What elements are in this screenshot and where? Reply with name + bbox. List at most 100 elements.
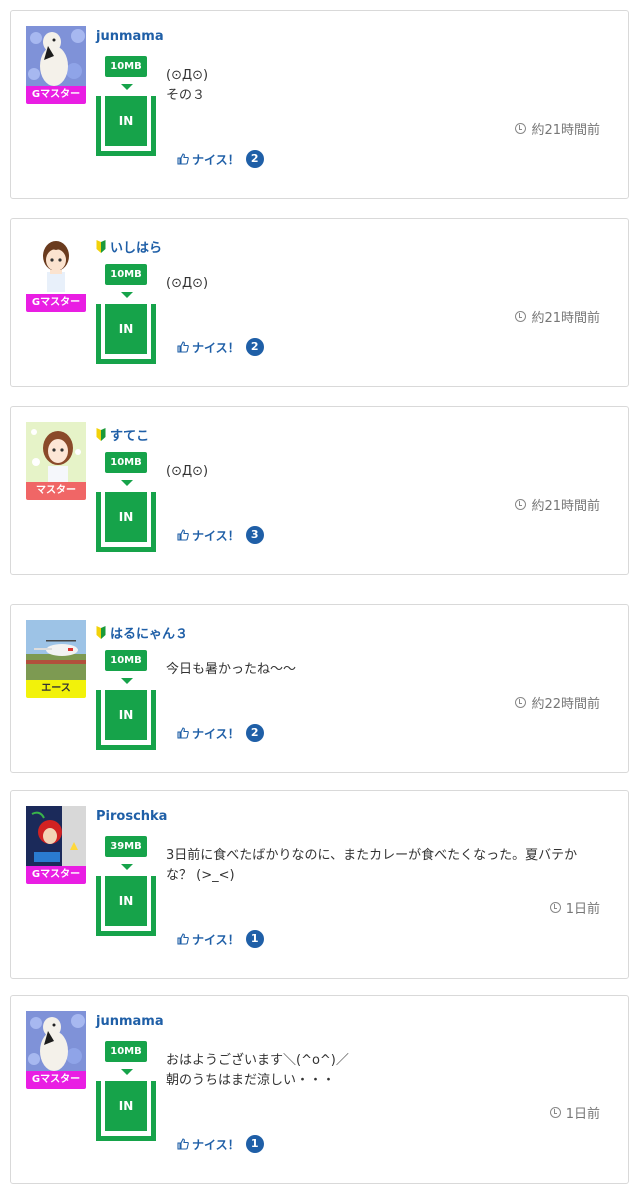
in-cup[interactable]: IN	[96, 876, 156, 936]
thumbs-up-icon	[177, 153, 189, 165]
rank-badge: Gマスター	[26, 866, 86, 884]
in-label: IN	[105, 1081, 147, 1131]
message-text: 3日前に食べたばかりなのに、またカレーが食べたくなった。夏バテかな？ (>_<)	[166, 848, 578, 883]
clock-icon	[515, 499, 527, 510]
nice-button[interactable]: ナイス！ 2	[177, 338, 264, 356]
arrow-down-icon	[121, 292, 133, 298]
in-cup[interactable]: IN	[96, 492, 156, 552]
rank-badge: Gマスター	[26, 1071, 86, 1089]
post-card: Gマスター いしはら 10MB IN (⊙Д⊙) 約21時間前 ナイス！ 2	[10, 218, 629, 387]
rank-badge: Gマスター	[26, 294, 86, 312]
timestamp: 約21時間前	[515, 495, 600, 514]
username-label: junmama	[96, 1014, 164, 1029]
clock-icon	[515, 697, 527, 708]
nice-count: 2	[245, 150, 264, 168]
nice-count: 2	[245, 724, 264, 742]
nice-count: 3	[245, 526, 264, 544]
avatar[interactable]	[26, 1011, 86, 1071]
arrow-down-icon	[121, 480, 133, 486]
username-link[interactable]: Piroschka	[96, 809, 167, 824]
timestamp: 約21時間前	[515, 307, 600, 326]
rank-badge: エース	[26, 680, 86, 698]
rank-badge: マスター	[26, 482, 86, 500]
size-badge: 10MB	[105, 452, 147, 473]
username-link[interactable]: junmama	[96, 1014, 164, 1029]
avatar[interactable]	[26, 26, 86, 86]
username-label: はるにゃん３	[110, 627, 189, 642]
size-badge: 10MB	[105, 1041, 147, 1062]
nice-count: 1	[245, 1135, 264, 1153]
arrow-down-icon	[121, 1069, 133, 1075]
arrow-down-icon	[121, 864, 133, 870]
nice-button[interactable]: ナイス！ 3	[177, 526, 264, 544]
timestamp-label: 約21時間前	[531, 123, 600, 138]
in-cup[interactable]: IN	[96, 1081, 156, 1141]
username-link[interactable]: すてこ	[96, 425, 149, 444]
nice-button[interactable]: ナイス！ 2	[177, 724, 264, 742]
nice-count: 2	[245, 338, 264, 356]
timestamp-label: 約21時間前	[531, 499, 600, 514]
rank-badge: Gマスター	[26, 86, 86, 104]
nice-label: ナイス！	[192, 1137, 240, 1152]
thumbs-up-icon	[177, 1138, 189, 1150]
in-label: IN	[105, 304, 147, 354]
message-text: (⊙Д⊙)	[166, 464, 209, 479]
clock-icon	[515, 311, 527, 322]
avatar[interactable]	[26, 234, 86, 294]
thumbs-up-icon	[177, 933, 189, 945]
size-badge: 10MB	[105, 650, 147, 671]
timestamp: 約21時間前	[515, 119, 600, 138]
post-card: マスター すてこ 10MB IN (⊙Д⊙) 約21時間前 ナイス！ 3	[10, 406, 629, 575]
username-link[interactable]: いしはら	[96, 237, 162, 256]
timestamp-label: 1日前	[565, 1107, 600, 1122]
thumbs-up-icon	[177, 727, 189, 739]
timestamp-label: 約21時間前	[531, 311, 600, 326]
in-cup[interactable]: IN	[96, 96, 156, 156]
beginner-mark-icon	[96, 626, 106, 639]
avatar[interactable]	[26, 620, 86, 680]
size-badge: 10MB	[105, 56, 147, 77]
nice-label: ナイス！	[192, 152, 240, 167]
in-label: IN	[105, 876, 147, 926]
beginner-mark-icon	[96, 428, 106, 441]
in-cup[interactable]: IN	[96, 690, 156, 750]
nice-label: ナイス！	[192, 932, 240, 947]
thumbs-up-icon	[177, 341, 189, 353]
post-card: Gマスター junmama 10MB IN おはようございます＼(^o^)／ 朝…	[10, 995, 629, 1184]
avatar[interactable]	[26, 806, 86, 866]
message-text: (⊙Д⊙)	[166, 276, 209, 291]
nice-count: 1	[245, 930, 264, 948]
nice-button[interactable]: ナイス！ 1	[177, 930, 264, 948]
beginner-mark-icon	[96, 240, 106, 253]
timestamp: 1日前	[549, 1103, 600, 1122]
nice-button[interactable]: ナイス！ 1	[177, 1135, 264, 1153]
username-label: junmama	[96, 29, 164, 44]
message-text: (⊙Д⊙) その３	[166, 68, 209, 103]
post-card: Gマスター Piroschka 39MB IN 3日前に食べたばかりなのに、また…	[10, 790, 629, 979]
clock-icon	[515, 123, 527, 134]
in-label: IN	[105, 492, 147, 542]
timestamp-label: 1日前	[565, 902, 600, 917]
message-text: 今日も暑かったね〜〜	[166, 662, 297, 677]
timestamp: 約22時間前	[515, 693, 600, 712]
nice-label: ナイス！	[192, 726, 240, 741]
username-link[interactable]: junmama	[96, 29, 164, 44]
username-label: すてこ	[110, 429, 150, 444]
avatar[interactable]	[26, 422, 86, 482]
nice-label: ナイス！	[192, 528, 240, 543]
clock-icon	[549, 1107, 561, 1118]
nice-label: ナイス！	[192, 340, 240, 355]
clock-icon	[549, 902, 561, 913]
post-card: エース はるにゃん３ 10MB IN 今日も暑かったね〜〜 約22時間前 ナイス…	[10, 604, 629, 773]
timestamp-label: 約22時間前	[531, 697, 600, 712]
in-label: IN	[105, 96, 147, 146]
arrow-down-icon	[121, 678, 133, 684]
timestamp: 1日前	[549, 898, 600, 917]
size-badge: 39MB	[105, 836, 147, 857]
in-label: IN	[105, 690, 147, 740]
arrow-down-icon	[121, 84, 133, 90]
nice-button[interactable]: ナイス！ 2	[177, 150, 264, 168]
in-cup[interactable]: IN	[96, 304, 156, 364]
username-link[interactable]: はるにゃん３	[96, 623, 188, 642]
post-card: Gマスター junmama 10MB IN (⊙Д⊙) その３ 約21時間前 ナ…	[10, 10, 629, 199]
